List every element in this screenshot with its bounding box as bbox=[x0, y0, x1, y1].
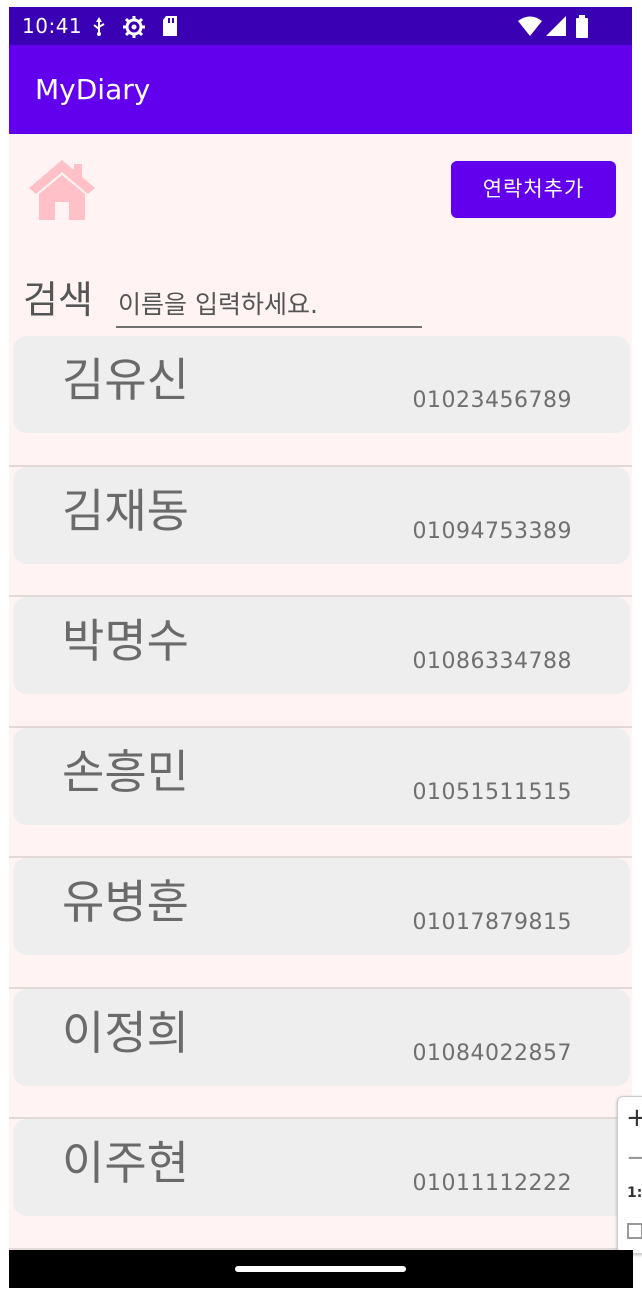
app-bar: MyDiary bbox=[9, 45, 633, 134]
status-bar: 10:41 bbox=[9, 7, 633, 45]
contact-name: 이주현 bbox=[62, 1136, 189, 1190]
contact-name: 김재동 bbox=[62, 483, 189, 538]
zoom-control: + − 1: bbox=[617, 1096, 642, 1254]
zoom-ratio[interactable]: 1: bbox=[627, 1185, 642, 1201]
contact-row[interactable]: 이정희 01084022857 bbox=[9, 988, 633, 1119]
contact-row[interactable]: 박명수 01086334788 bbox=[9, 597, 633, 728]
contact-card[interactable]: 김유신 01023456789 bbox=[13, 336, 630, 433]
contact-name: 손흥민 bbox=[62, 744, 189, 799]
contact-card[interactable]: 이주현 01011112222 bbox=[13, 1119, 630, 1216]
contact-card[interactable]: 김재동 01094753389 bbox=[13, 466, 630, 564]
usb-icon bbox=[93, 17, 105, 36]
contact-row[interactable]: 이주현 01011112222 bbox=[9, 1119, 633, 1250]
add-contact-button[interactable]: 연락처추가 bbox=[451, 161, 616, 218]
status-time: 10:41 bbox=[22, 14, 83, 38]
zoom-out-icon[interactable]: − bbox=[626, 1143, 642, 1173]
contact-phone: 01051511515 bbox=[412, 779, 572, 805]
contact-phone: 01011112222 bbox=[412, 1171, 572, 1196]
signal-icon bbox=[546, 16, 566, 36]
contact-name: 김유신 bbox=[62, 353, 189, 407]
contact-name: 박명수 bbox=[62, 614, 189, 668]
contact-row[interactable]: 손흥민 01051511515 bbox=[9, 727, 633, 858]
navigation-bar bbox=[9, 1250, 633, 1288]
zoom-fit-icon[interactable] bbox=[627, 1223, 642, 1239]
contact-name: 유병훈 bbox=[62, 875, 189, 929]
search-input[interactable] bbox=[116, 282, 422, 328]
contact-phone: 01086334788 bbox=[412, 649, 572, 674]
contact-card[interactable]: 박명수 01086334788 bbox=[13, 597, 630, 694]
contact-card[interactable]: 유병훈 01017879815 bbox=[13, 858, 630, 955]
contact-row[interactable]: 김재동 01094753389 bbox=[9, 466, 633, 597]
settings-gear-icon bbox=[123, 16, 145, 38]
wifi-icon bbox=[518, 16, 542, 36]
app-screen: 10:41 MyDiary 연락처추가 검색 이름을 입력하세요. 김유신 01… bbox=[0, 0, 642, 1294]
home-icon[interactable] bbox=[27, 158, 97, 222]
contact-phone: 01017879815 bbox=[412, 910, 572, 935]
contact-name: 이정희 bbox=[62, 1005, 189, 1060]
contact-row[interactable]: 유병훈 01017879815 bbox=[9, 858, 633, 989]
zoom-in-icon[interactable]: + bbox=[626, 1103, 642, 1133]
search-label: 검색 bbox=[23, 278, 93, 322]
app-title: MyDiary bbox=[35, 73, 151, 106]
battery-icon bbox=[576, 15, 588, 38]
contact-card[interactable]: 손흥민 01051511515 bbox=[13, 727, 630, 825]
main-content: 연락처추가 검색 김유신 01023456789 김재동 01094753389… bbox=[9, 134, 633, 1250]
contact-phone: 01084022857 bbox=[412, 1040, 572, 1066]
sd-card-icon bbox=[163, 16, 177, 36]
home-gesture-handle[interactable] bbox=[235, 1266, 406, 1272]
contact-row[interactable]: 김유신 01023456789 bbox=[9, 336, 633, 467]
contact-card[interactable]: 이정희 01084022857 bbox=[13, 988, 630, 1086]
contact-phone: 01023456789 bbox=[412, 388, 572, 413]
contact-list: 김유신 01023456789 김재동 01094753389 박명수 0108… bbox=[9, 336, 633, 1250]
contact-phone: 01094753389 bbox=[412, 518, 572, 544]
